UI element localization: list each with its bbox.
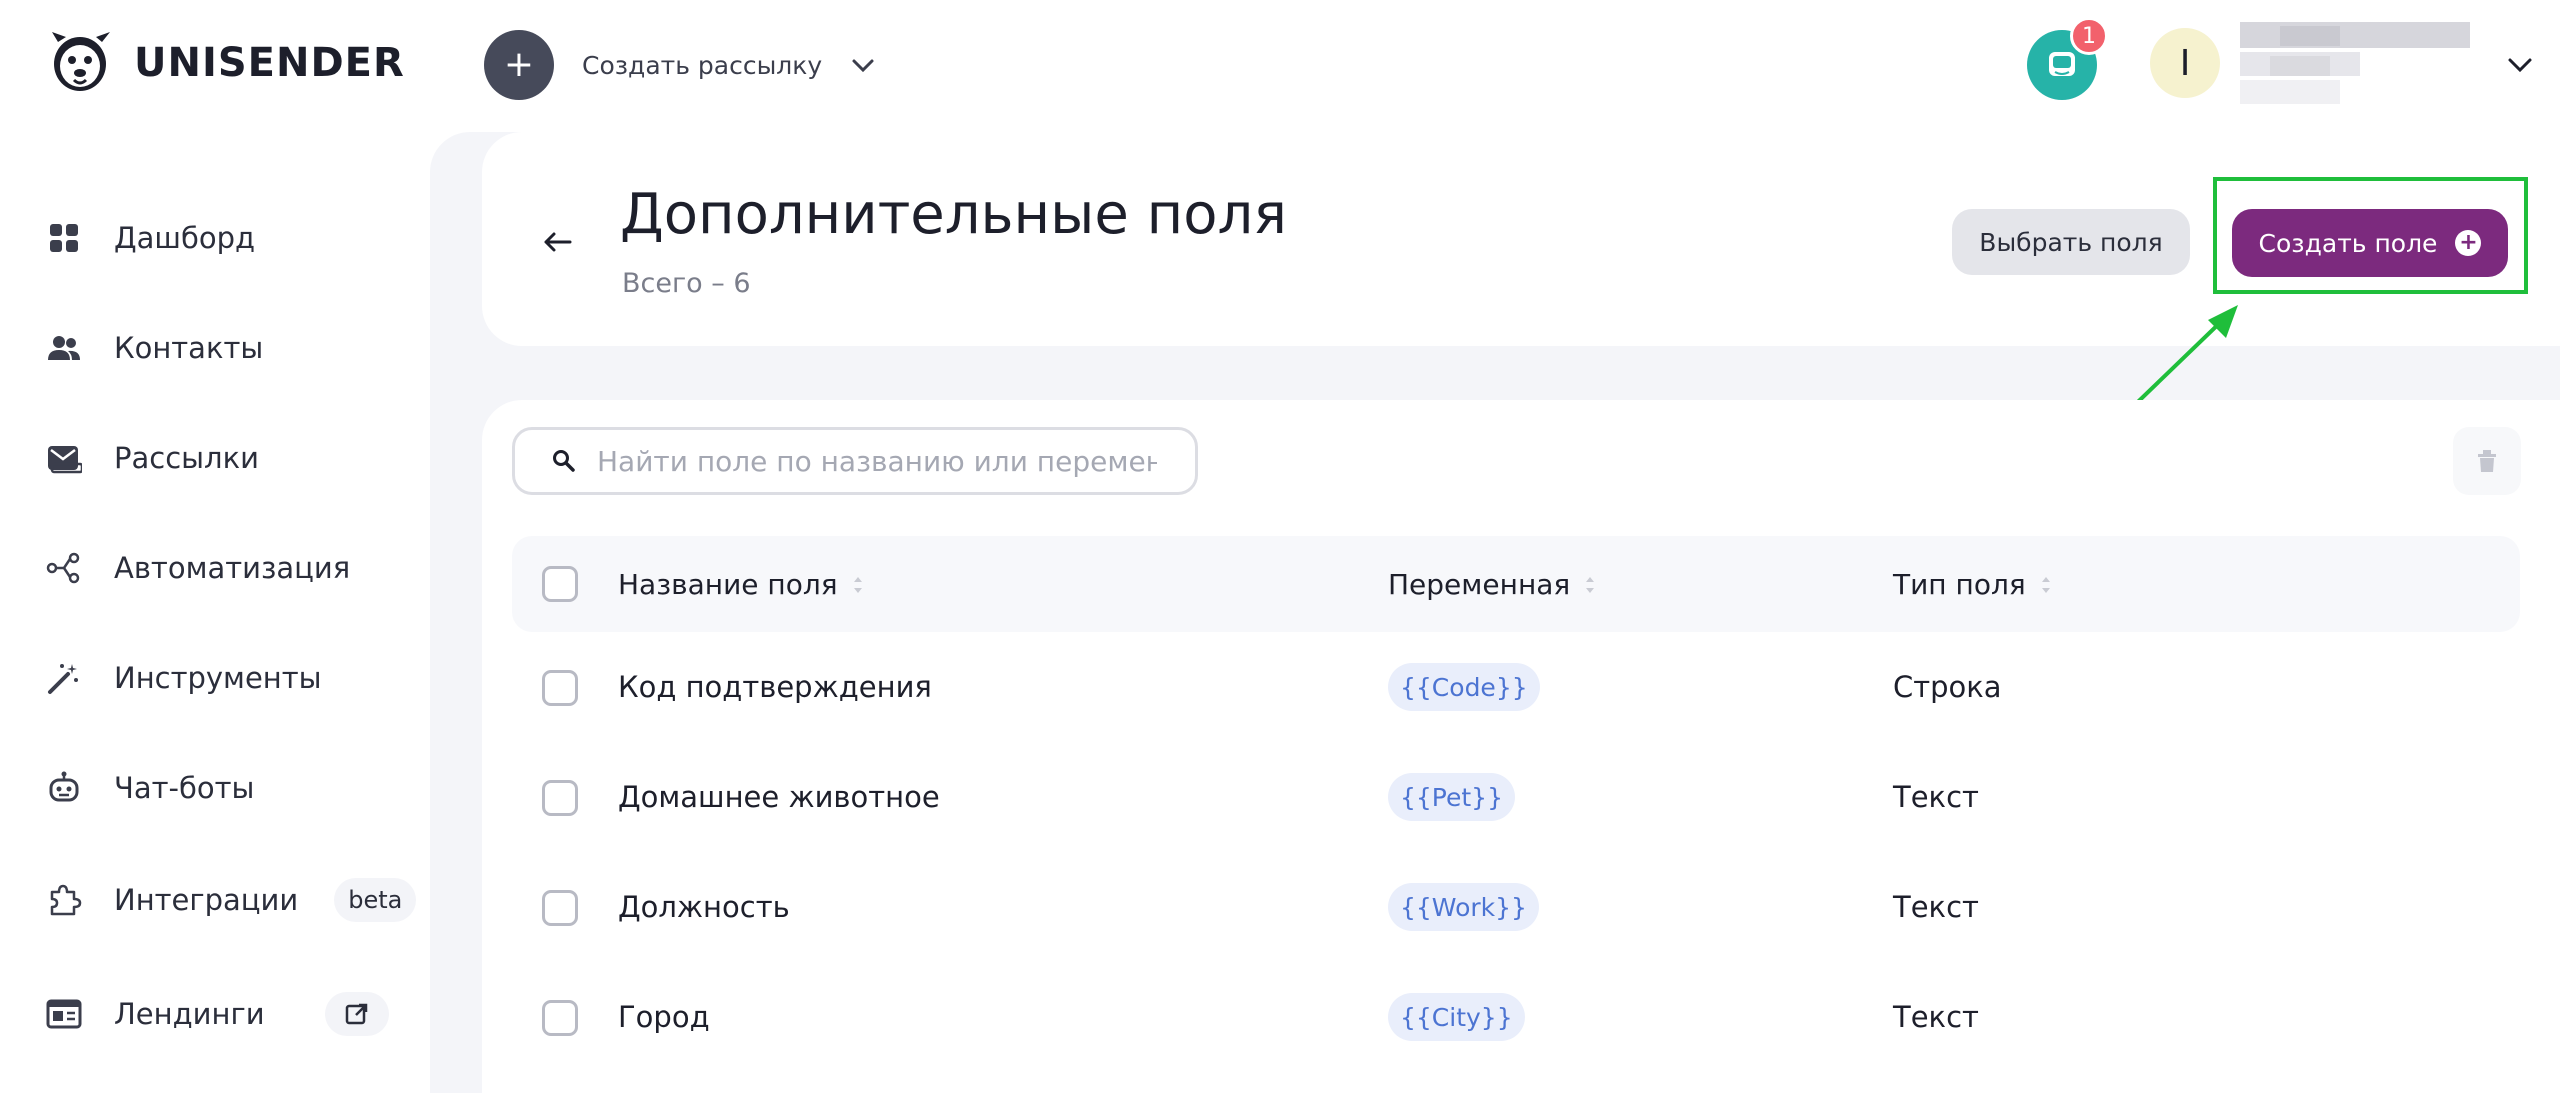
row-checkbox[interactable] — [542, 890, 578, 926]
notification-badge: 1 — [2070, 17, 2108, 55]
search-input[interactable] — [597, 444, 1157, 478]
dashboard-icon — [44, 218, 84, 258]
sidebar-item-automation[interactable]: Автоматизация — [44, 538, 350, 598]
field-name[interactable]: Домашнее животное — [618, 780, 940, 814]
fields-list-card — [482, 400, 2560, 1093]
create-field-button[interactable]: Создать поле + — [2232, 209, 2508, 277]
column-header-variable[interactable]: Переменная — [1388, 568, 1596, 601]
sidebar-item-label: Чат-боты — [114, 771, 255, 805]
landing-icon — [44, 994, 84, 1034]
bot-icon — [44, 768, 84, 808]
trash-icon — [2478, 450, 2496, 472]
row-checkbox[interactable] — [542, 670, 578, 706]
chat-icon — [2049, 52, 2075, 76]
sidebar-item-campaigns[interactable]: Рассылки — [44, 428, 259, 488]
column-header-type[interactable]: Тип поля — [1893, 568, 2052, 601]
top-bar: UNISENDER + Создать рассылку 1 I — [0, 0, 2560, 132]
row-checkbox[interactable] — [542, 780, 578, 816]
field-name[interactable]: Код подтверждения — [618, 670, 932, 704]
automation-icon — [44, 548, 84, 588]
search-field[interactable] — [512, 427, 1198, 495]
field-name[interactable]: Город — [618, 1000, 710, 1034]
contacts-icon — [44, 328, 84, 368]
sort-icon — [2041, 576, 2050, 593]
column-header-name[interactable]: Название поля — [618, 568, 864, 601]
sidebar — [0, 132, 430, 1093]
field-variable: {{City}} — [1388, 993, 1525, 1041]
sort-icon — [1586, 576, 1595, 593]
plus-circle-icon: + — [2455, 230, 2482, 256]
fields-count: Всего – 6 — [622, 268, 751, 299]
sidebar-item-landings[interactable]: Лендинги — [44, 984, 389, 1044]
magic-wand-icon — [44, 658, 84, 698]
delete-button[interactable] — [2453, 427, 2521, 495]
sidebar-item-integrations[interactable]: Интеграции beta — [44, 870, 417, 930]
field-type: Текст — [1893, 780, 1979, 814]
search-icon — [553, 450, 575, 472]
field-variable: {{Pet}} — [1388, 773, 1515, 821]
sidebar-item-label: Инструменты — [114, 661, 322, 695]
plus-icon[interactable]: + — [484, 30, 554, 100]
sidebar-item-chatbots[interactable]: Чат-боты — [44, 758, 254, 818]
page-title: Дополнительные поля — [620, 182, 1287, 247]
create-field-label: Создать поле — [2258, 228, 2438, 258]
create-campaign-label: Создать рассылку — [582, 50, 823, 80]
sidebar-item-label: Лендинги — [114, 997, 265, 1031]
sort-icon — [853, 576, 862, 593]
field-variable: {{Work}} — [1388, 883, 1539, 931]
account-info-blurred — [2240, 22, 2470, 106]
field-type: Строка — [1893, 670, 2002, 704]
create-campaign-menu[interactable]: + Создать рассылку — [484, 30, 876, 100]
mail-icon — [44, 438, 84, 478]
sidebar-item-contacts[interactable]: Контакты — [44, 318, 263, 378]
field-variable: {{Code}} — [1388, 663, 1540, 711]
sidebar-item-label: Дашборд — [114, 221, 256, 255]
avatar[interactable]: I — [2150, 28, 2220, 98]
field-name[interactable]: Должность — [618, 890, 790, 924]
account-chevron-down-icon[interactable] — [2506, 52, 2534, 78]
select-all-checkbox[interactable] — [542, 566, 578, 602]
sidebar-item-label: Рассылки — [114, 441, 259, 475]
chevron-down-icon — [852, 59, 874, 73]
back-arrow-icon[interactable] — [540, 224, 576, 260]
sidebar-item-label: Автоматизация — [114, 551, 351, 585]
sidebar-item-label: Интеграции — [114, 883, 299, 917]
brand-name: UNISENDER — [134, 40, 405, 86]
sidebar-item-tools[interactable]: Инструменты — [44, 648, 322, 708]
row-checkbox[interactable] — [542, 1000, 578, 1036]
select-fields-button[interactable]: Выбрать поля — [1952, 209, 2190, 275]
field-type: Текст — [1893, 1000, 1979, 1034]
external-link-icon[interactable] — [324, 992, 389, 1036]
beta-badge: beta — [334, 878, 417, 922]
field-type: Текст — [1893, 890, 1979, 924]
dog-logo-icon — [52, 32, 110, 91]
puzzle-icon — [44, 880, 84, 920]
sidebar-item-label: Контакты — [114, 331, 264, 365]
sidebar-item-dashboard[interactable]: Дашборд — [44, 208, 255, 268]
logo[interactable]: UNISENDER — [44, 28, 405, 98]
